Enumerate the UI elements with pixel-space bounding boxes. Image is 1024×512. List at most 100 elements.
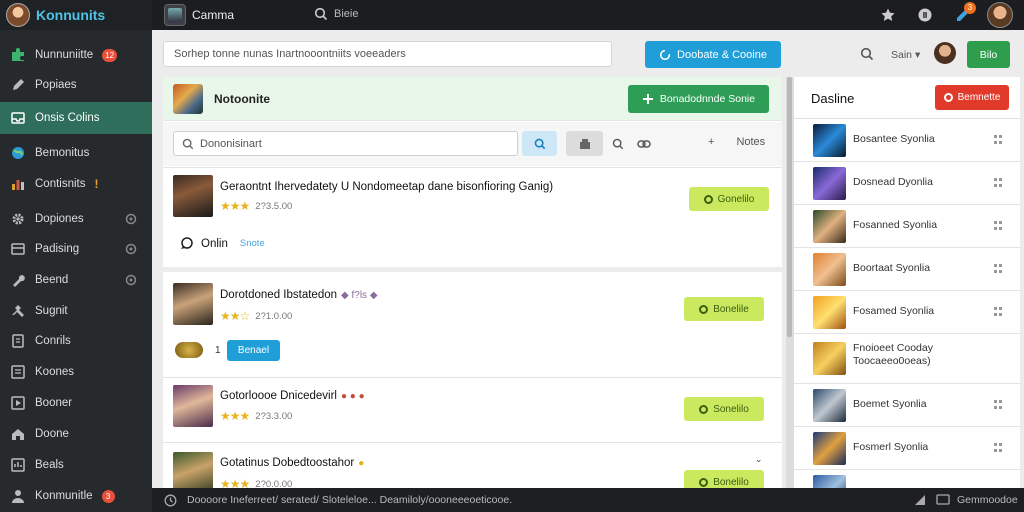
sort-dropdown[interactable]: Sain ▾ <box>891 49 920 61</box>
sidebar-item-doone[interactable]: Doone <box>0 419 152 449</box>
filter-input[interactable]: Dononisinart <box>173 131 518 156</box>
sidebar-item-label: Popiaes <box>35 79 77 91</box>
drag-handle-icon[interactable] <box>994 443 1003 453</box>
cart-icon <box>10 241 26 257</box>
circle-icon <box>699 477 709 487</box>
document-icon <box>10 333 26 349</box>
settings-icon[interactable] <box>124 212 138 226</box>
status-right-label[interactable]: Gemmoodoe <box>957 494 1018 506</box>
drag-handle-icon[interactable] <box>994 135 1003 145</box>
post-link[interactable]: Snote <box>240 238 265 249</box>
feed-post[interactable]: Dorotdoned Ibstatedon ◆ f?ls ◆ ★★☆ 2?1.0.0… <box>163 267 782 377</box>
bilo-button[interactable]: Bilo <box>967 41 1010 68</box>
feed-post[interactable]: Geraontnt Ihervedatety U Nondomeetap dan… <box>163 167 782 262</box>
sidebar-item-beals[interactable]: Beals <box>0 450 152 480</box>
brand-title: Konnunits <box>36 7 106 23</box>
zoom-icon[interactable] <box>612 138 624 150</box>
star-icon[interactable] <box>879 6 897 24</box>
post-rating: ★★★ 2?3.5.00 <box>220 199 293 213</box>
sidebar-item-dopiones[interactable]: Dopiones <box>0 204 152 234</box>
item-thumbnail <box>813 124 846 157</box>
sidebar-item-konmunitle[interactable]: Konmunitle 3 <box>0 481 152 511</box>
item-thumbnail <box>813 253 846 286</box>
search-input[interactable]: Sorhep tonne nunas Inartnooontniits voee… <box>163 41 612 67</box>
remove-button[interactable]: Bemnette <box>935 85 1009 110</box>
link-icon[interactable] <box>637 138 651 150</box>
sidebar-item-onsis-colins[interactable]: Onsis Colins <box>0 102 152 134</box>
plus-icon: + <box>708 136 715 148</box>
item-thumbnail <box>813 296 846 329</box>
chevron-down-icon[interactable]: ⌄ <box>755 454 763 465</box>
sidebar-item-popiaes[interactable]: Popiaes <box>0 70 152 100</box>
tag-button[interactable]: Benael <box>227 340 280 361</box>
app-icon[interactable] <box>164 4 186 26</box>
post-action-button[interactable]: Gonelilo <box>689 187 769 211</box>
filter-icon[interactable] <box>566 131 603 156</box>
sidebar-item-booner[interactable]: Booner <box>0 388 152 418</box>
post-action-button[interactable]: Bonelilo <box>684 470 764 488</box>
user-avatar[interactable] <box>987 2 1013 28</box>
top-search[interactable]: Bieie <box>314 7 358 21</box>
settings-icon[interactable] <box>124 273 138 287</box>
list-item[interactable]: Fosanned Syonlia <box>794 205 1020 248</box>
emoji-badges: ● <box>358 457 365 469</box>
chat-icon[interactable] <box>936 494 950 506</box>
post-title: Dorotdoned Ibstatedon ◆ f?ls ◆ <box>220 289 378 301</box>
list-item[interactable]: Boortaat Syonlia <box>794 248 1020 291</box>
clock-icon <box>163 493 177 507</box>
top-bar: Camma Bieie 3 <box>152 0 1024 30</box>
sidebar-item-padising[interactable]: Padising <box>0 234 152 264</box>
scrollbar-thumb[interactable] <box>787 77 792 337</box>
post-action-button[interactable]: Bonelile <box>684 297 764 321</box>
brand[interactable]: Konnunits <box>0 0 152 30</box>
sidebar-item-nunnuniitte[interactable]: Nunnuniitte 12 <box>0 40 152 70</box>
search-icon[interactable] <box>860 47 874 61</box>
feed-post[interactable]: Gotatinus Dobedtoostahor ● ★★★ 2?0.0.00 Bo… <box>163 442 782 488</box>
post-action-button[interactable]: Sonelilo <box>684 397 764 421</box>
post-rating: ★★★ 2?0.0.00 <box>220 477 292 488</box>
wrench-icon <box>10 272 26 288</box>
signal-icon[interactable] <box>914 494 926 506</box>
drag-handle-icon[interactable] <box>994 264 1003 274</box>
list-item[interactable]: Fosmerl Syonlia <box>794 427 1020 470</box>
status-bar: Doooore Ineferreet/ serated/ Sloteleloe.… <box>152 488 1024 512</box>
sidebar-item-beend[interactable]: Beend <box>0 265 152 295</box>
sidebar-item-label: Doone <box>35 428 69 440</box>
drag-handle-icon[interactable] <box>994 178 1003 188</box>
search-button[interactable] <box>522 131 557 156</box>
play-icon <box>10 395 26 411</box>
sidebar-item-label: Padising <box>35 243 80 255</box>
settings-icon[interactable] <box>124 242 138 256</box>
sidebar-item-contisnits[interactable]: Contisnits ! <box>0 169 152 199</box>
scrollbar[interactable] <box>786 77 793 488</box>
binoculars-icon <box>175 342 203 358</box>
right-panel-title: Dasline <box>811 91 855 106</box>
list-item[interactable] <box>794 470 1020 488</box>
list-item[interactable]: Boemet Syonlia <box>794 384 1020 427</box>
list-item[interactable]: Fosamed Syonlia <box>794 291 1020 334</box>
post-title: Gotorloooe Dnicedevirl ● ● ● <box>220 390 365 402</box>
search-icon <box>182 138 194 150</box>
sidebar-item-bemonitus[interactable]: Bemonitus <box>0 138 152 168</box>
drag-handle-icon[interactable] <box>994 307 1003 317</box>
search-icon <box>314 7 328 21</box>
sidebar-item-sugnit[interactable]: Sugnit <box>0 296 152 326</box>
sidebar-item-koones[interactable]: Koones <box>0 357 152 387</box>
online-status: Onlin Snote <box>179 236 265 251</box>
new-post-button[interactable]: Bonadodnnde Sonie <box>628 85 769 113</box>
notes-button[interactable]: + Notes <box>708 136 765 148</box>
info-icon[interactable] <box>916 6 934 24</box>
list-item[interactable]: Dosnead Dyonlia <box>794 162 1020 205</box>
list-item[interactable]: Fnoioeet Cooday Toocaeeo0oeas) <box>794 334 1020 384</box>
star-rating-icon: ★★★ <box>220 199 250 213</box>
create-button[interactable]: Doobate & Cooine <box>645 41 781 68</box>
friend-avatar[interactable] <box>934 42 956 64</box>
game-thumbnail <box>173 84 203 114</box>
list-item[interactable]: Bosantee Syonlia <box>794 119 1020 162</box>
drag-handle-icon[interactable] <box>994 400 1003 410</box>
app-title: Camma <box>192 8 235 22</box>
sidebar-item-conrils[interactable]: Conrils <box>0 326 152 356</box>
drag-handle-icon[interactable] <box>994 221 1003 231</box>
emoji-badges: ◆ f?ls ◆ <box>341 289 378 301</box>
feed-post[interactable]: Gotorloooe Dnicedevirl ● ● ● ★★★ 2?3.3.00 … <box>163 377 782 442</box>
